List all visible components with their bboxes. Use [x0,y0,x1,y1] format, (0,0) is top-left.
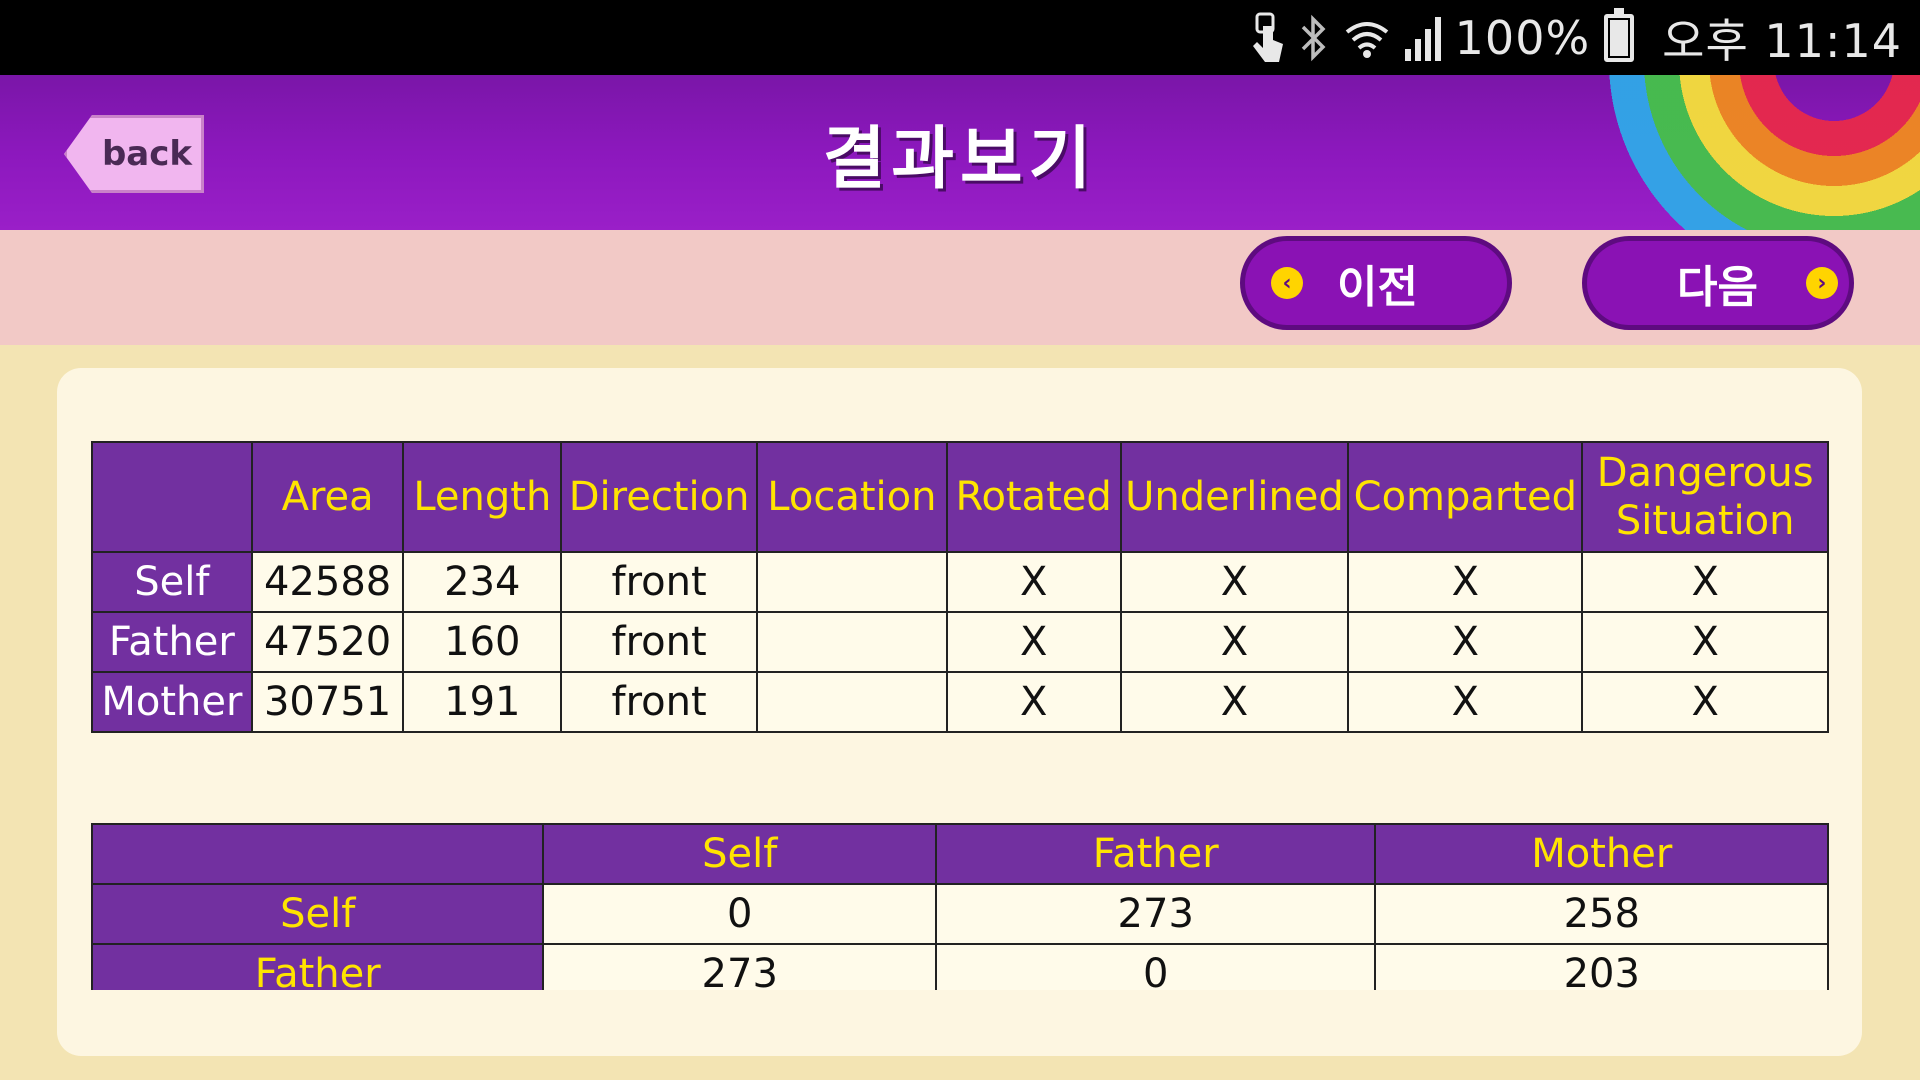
column-header: Father [934,823,1377,885]
table-cell: 273 [934,883,1377,945]
prev-button[interactable]: ‹ 이전 [1240,236,1512,330]
chevron-right-icon: › [1805,267,1838,299]
battery-percent: 100% [1454,11,1591,65]
table-cell: 203 [1374,943,1829,990]
next-label: 다음 [1677,262,1758,313]
page-title: 결과보기 [822,120,1098,199]
table-row: Self 0 273 258 [90,883,1829,945]
distance-table-scroll[interactable]: Self Father Mother Self 0 273 258 Father… [57,368,1862,990]
bluetooth-icon [1299,10,1329,66]
table-cell: 0 [542,883,937,945]
row-header: Self [90,883,545,945]
prev-label: 이전 [1337,262,1418,313]
nav-band: ‹ 이전 다음 › [0,230,1920,345]
app-header: back 결과보기 [0,75,1920,230]
status-bar: 100% 오후 11:14 [0,0,1920,75]
battery-icon [1604,8,1635,66]
column-header [90,823,545,885]
results-panel: Area Length Direction Location Rotated U… [57,368,1862,1056]
table-cell: 258 [1374,883,1829,945]
next-button[interactable]: 다음 › [1582,236,1854,330]
table-row: Father 273 0 203 [90,943,1829,990]
column-header: Self [542,823,937,885]
column-header: Mother [1374,823,1829,885]
row-header: Father [90,943,545,990]
table-cell: 0 [934,943,1377,990]
distance-table: Self Father Mother Self 0 273 258 Father… [90,823,1829,990]
status-icons: 100% 오후 11:14 [1249,6,1902,70]
table-header-row: Self Father Mother [90,823,1829,885]
touch-icon [1249,10,1285,66]
table-cell: 273 [542,943,937,990]
chevron-left-icon: ‹ [1271,267,1303,299]
signal-icon [1404,10,1441,66]
wifi-icon [1343,10,1391,66]
clock: 오후 11:14 [1662,14,1902,68]
